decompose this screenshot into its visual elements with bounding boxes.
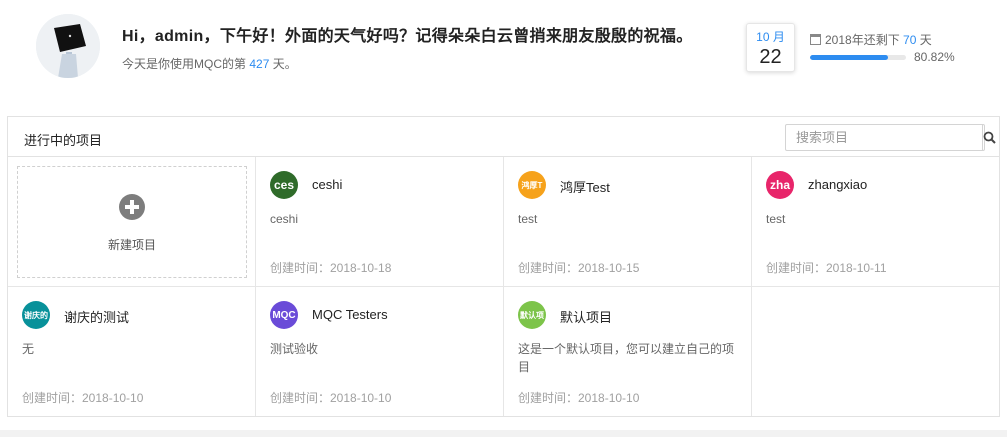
project-card[interactable]: MQC MQC Testers 测试验收 创建时间：2018-10-10 — [256, 287, 504, 416]
search-icon — [983, 131, 996, 144]
new-project-button[interactable]: 新建项目 — [17, 166, 247, 278]
user-avatar[interactable] — [36, 14, 100, 78]
panel-title: 进行中的项目 — [24, 133, 103, 148]
year-remaining-prefix: 2018年还剩下 — [825, 33, 900, 47]
new-project-label: 新建项目 — [107, 238, 156, 252]
project-name[interactable]: zhangxiao — [808, 177, 867, 192]
project-card[interactable]: zha zhangxiao test 创建时间：2018-10-11 — [752, 157, 999, 287]
projects-panel-header: 进行中的项目 — [8, 117, 999, 157]
project-created-date: 创建时间：2018-10-15 — [518, 261, 640, 275]
project-icon: 鸿厚T — [518, 171, 546, 199]
usage-days-text: 今天是你使用MQC的第 427 天。 — [122, 55, 297, 72]
project-description: ceshi — [270, 212, 299, 226]
project-name[interactable]: 默认项目 — [560, 307, 612, 326]
calendar-icon — [810, 34, 821, 45]
plus-icon — [119, 194, 145, 220]
greeting-text: Hi，admin，下午好！外面的天气好吗？记得朵朵白云曾捎来朋友殷殷的祝福。 — [122, 28, 693, 45]
new-project-cell: 新建项目 — [8, 157, 256, 287]
project-name[interactable]: 鸿厚Test — [560, 177, 610, 196]
usage-days-count: 427 — [249, 57, 270, 71]
project-card[interactable]: 谢庆的 谢庆的测试 无 创建时间：2018-10-10 — [8, 287, 256, 416]
project-icon: 默认项 — [518, 301, 546, 329]
date-day: 22 — [759, 46, 782, 68]
project-created-date: 创建时间：2018-10-18 — [270, 261, 392, 275]
project-icon: 谢庆的 — [22, 301, 50, 329]
project-icon: MQC — [270, 301, 298, 329]
projects-grid: 新建项目 ces ceshi ceshi 创建时间：2018-10-18 鸿厚T… — [8, 157, 999, 416]
year-remaining: 2018年还剩下 70 天 — [810, 31, 932, 48]
page-footer-strip — [0, 430, 1007, 437]
header: Hi，admin，下午好！外面的天气好吗？记得朵朵白云曾捎来朋友殷殷的祝福。 今… — [0, 0, 1007, 100]
project-created-date: 创建时间：2018-10-10 — [518, 391, 640, 405]
project-card[interactable]: 鸿厚T 鸿厚Test test 创建时间：2018-10-15 — [504, 157, 752, 287]
project-created-date: 创建时间：2018-10-11 — [766, 261, 887, 275]
project-icon: ces — [270, 171, 298, 199]
year-progress-bar — [810, 55, 906, 60]
search-input[interactable] — [786, 125, 982, 150]
project-card[interactable]: 默认项 默认项目 这是一个默认项目，您可以建立自己的项目 创建时间：2018-1… — [504, 287, 752, 416]
usage-days-prefix: 今天是你使用MQC的第 — [122, 57, 246, 71]
project-created-date: 创建时间：2018-10-10 — [22, 391, 144, 405]
project-name[interactable]: ceshi — [312, 177, 342, 192]
empty-grid-cell — [752, 287, 999, 416]
year-progress-label: 80.82% — [914, 50, 955, 64]
project-created-date: 创建时间：2018-10-10 — [270, 391, 392, 405]
project-description: 无 — [22, 342, 35, 356]
project-icon: zha — [766, 171, 794, 199]
year-remaining-suffix: 天 — [919, 33, 932, 47]
project-description: test — [766, 212, 786, 226]
usage-days-suffix: 天。 — [272, 57, 297, 71]
project-description: 测试验收 — [270, 342, 319, 356]
project-description: test — [518, 212, 538, 226]
project-card[interactable]: ces ceshi ceshi 创建时间：2018-10-18 — [256, 157, 504, 287]
project-name[interactable]: 谢庆的测试 — [64, 307, 129, 326]
project-description: 这是一个默认项目，您可以建立自己的项目 — [518, 342, 735, 374]
date-month: 10 月 — [756, 30, 785, 44]
date-card: 10 月 22 — [746, 23, 795, 72]
project-search — [785, 124, 996, 151]
project-name[interactable]: MQC Testers — [312, 307, 388, 322]
year-remaining-days: 70 — [903, 32, 917, 47]
projects-panel: 进行中的项目 新建项目 ces ceshi ceshi 创建时间：2018-10… — [7, 116, 1000, 417]
year-progress-fill — [810, 55, 888, 60]
search-button[interactable] — [982, 125, 996, 150]
